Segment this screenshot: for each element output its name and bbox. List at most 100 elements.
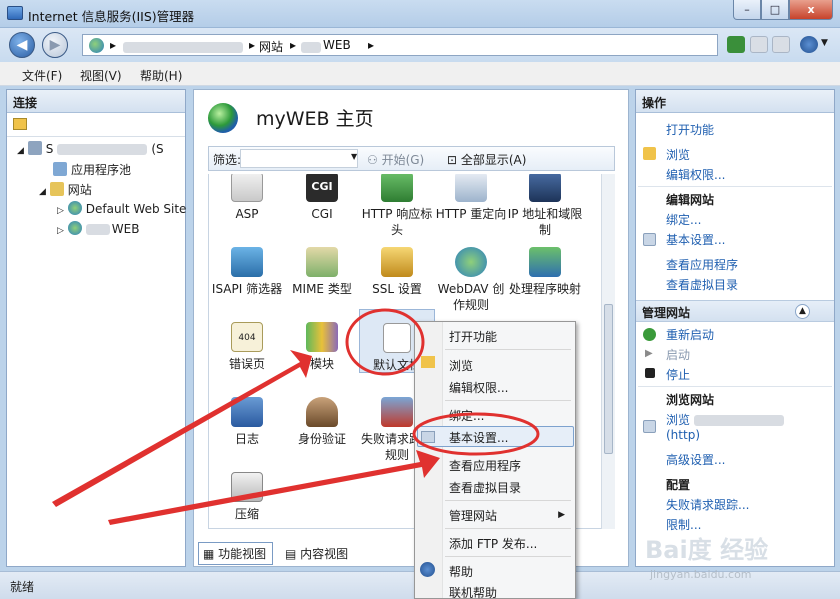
tree-default-web-site[interactable]: ▷ Default Web Site (57, 201, 186, 216)
site-name-redacted (301, 40, 321, 54)
scrollbar-thumb[interactable] (604, 304, 613, 454)
collapse-up-icon[interactable]: ▲ (795, 304, 810, 319)
auth-icon (306, 397, 338, 427)
view-tabs: ▦ 功能视图 ▤ 内容视图 (198, 542, 358, 565)
feature-cgi[interactable]: CGI CGI (284, 174, 360, 222)
feature-compression[interactable]: 压缩 (209, 472, 285, 522)
tree-myweb[interactable]: ▷ WEB (57, 221, 139, 236)
ctx-online-help[interactable]: 联机帮助 (449, 584, 497, 599)
breadcrumb-sites[interactable]: 网站 (259, 38, 283, 55)
ctx-browse[interactable]: 浏览 (449, 357, 473, 374)
close-button[interactable]: x (789, 0, 833, 20)
tab-content-view[interactable]: ▤ 内容视图 (281, 543, 354, 564)
feature-asp[interactable]: ASP (209, 174, 285, 222)
action-advanced-settings[interactable]: 高级设置... (666, 451, 725, 468)
stop-icon (645, 368, 655, 378)
browse-site-icon (643, 420, 656, 433)
status-text: 就绪 (10, 580, 35, 594)
error-page-icon: 404 (231, 322, 263, 352)
ctx-bindings[interactable]: 绑定... (449, 407, 484, 424)
title-bar: Internet 信息服务(IIS)管理器 – □ x (0, 0, 840, 28)
feature-ssl-settings[interactable]: SSL 设置 (359, 247, 435, 297)
new-connection-icon[interactable] (13, 118, 27, 130)
server-name-redacted (123, 40, 243, 54)
ctx-basic-settings[interactable]: 基本设置... (449, 429, 508, 446)
action-start[interactable]: 启动 (666, 346, 690, 363)
stop-icon[interactable] (750, 36, 768, 53)
breadcrumb-separator: ▸ (368, 38, 375, 52)
action-view-applications[interactable]: 查看应用程序 (666, 256, 738, 273)
menu-view[interactable]: 视图(V) (80, 67, 122, 84)
divider (638, 186, 832, 187)
connections-header: 连接 (7, 90, 185, 113)
forward-button[interactable]: ▶ (42, 32, 68, 58)
action-bindings[interactable]: 绑定... (666, 211, 701, 228)
menu-file[interactable]: 文件(F) (22, 67, 62, 84)
action-browse-http[interactable]: (http) (666, 428, 700, 442)
action-restart[interactable]: 重新启动 (666, 326, 714, 343)
address-bar[interactable]: ▸ ▸ 网站 ▸ WEB ▸ (82, 34, 718, 56)
lock-icon (381, 247, 413, 277)
start-filter-button[interactable]: ⚇ 开始(G) (367, 151, 424, 168)
ctx-edit-permissions[interactable]: 编辑权限... (449, 379, 508, 396)
action-view-virtual-dirs[interactable]: 查看虚拟目录 (666, 276, 738, 293)
navigation-bar: ◀ ▶ ▸ ▸ 网站 ▸ WEB ▸ ▼ (0, 28, 840, 62)
start-icon: ▶ (645, 348, 653, 359)
asp-icon (231, 174, 263, 202)
back-button[interactable]: ◀ (9, 32, 35, 58)
tree-app-pools[interactable]: 应用程序池 (53, 161, 131, 178)
feature-mime-types[interactable]: MIME 类型 (284, 247, 360, 297)
show-all-button[interactable]: ⊡ 全部显示(A) (447, 151, 526, 168)
site-globe-icon (67, 201, 82, 215)
ctx-add-ftp[interactable]: 添加 FTP 发布... (449, 535, 537, 552)
feature-isapi-filters[interactable]: ISAPI 筛选器 (209, 247, 285, 297)
action-browse[interactable]: 浏览 (666, 146, 690, 163)
feature-handler-mappings[interactable]: 处理程序映射 (507, 247, 583, 297)
ctx-view-virtual-dirs[interactable]: 查看虚拟目录 (449, 479, 521, 496)
feature-scrollbar[interactable] (601, 174, 615, 529)
filter-input[interactable] (240, 149, 358, 168)
help-dropdown-icon[interactable]: ▼ (821, 38, 828, 48)
refresh-icon[interactable] (727, 36, 745, 53)
mime-icon (306, 247, 338, 277)
minimize-button[interactable]: – (733, 0, 761, 20)
help-icon[interactable] (800, 36, 818, 53)
ctx-help[interactable]: 帮助 (449, 563, 473, 580)
ctx-manage-site[interactable]: 管理网站 (449, 507, 497, 524)
log-icon (231, 397, 263, 427)
filter-dropdown-icon[interactable]: ▼ (351, 152, 357, 161)
default-doc-icon (383, 323, 411, 353)
restart-icon (643, 328, 656, 341)
show-all-icon: ⊡ (447, 153, 461, 167)
action-browse-url[interactable]: 浏览 (666, 411, 784, 428)
action-edit-permissions[interactable]: 编辑权限... (666, 166, 725, 183)
modules-icon (306, 322, 338, 352)
feature-logging[interactable]: 日志 (209, 397, 285, 447)
iis-app-icon (7, 6, 23, 20)
feature-modules[interactable]: 模块 (284, 322, 360, 372)
watermark-logo: Bai度 经验 (645, 536, 769, 564)
feature-authentication[interactable]: 身份验证 (284, 397, 360, 447)
feature-ip-domain-restrictions[interactable]: IP 地址和域限制 (507, 174, 583, 238)
maximize-button[interactable]: □ (761, 0, 789, 20)
menu-help[interactable]: 帮助(H) (140, 67, 182, 84)
tab-features-view[interactable]: ▦ 功能视图 (198, 542, 274, 565)
basic-settings-icon (643, 233, 656, 246)
ctx-view-applications[interactable]: 查看应用程序 (449, 457, 521, 474)
tree-server[interactable]: ◢ S (S (17, 141, 164, 156)
webdav-icon (455, 247, 487, 277)
action-stop[interactable]: 停止 (666, 366, 690, 383)
watermark-url: jingyan.baidu.com (650, 568, 752, 581)
breadcrumb-site[interactable]: WEB (323, 38, 351, 52)
feature-webdav[interactable]: WebDAV 创作规则 (433, 247, 509, 313)
server-icon (27, 141, 42, 155)
action-open-feature[interactable]: 打开功能 (666, 121, 714, 138)
feature-http-redirect[interactable]: HTTP 重定向 (433, 174, 509, 222)
home-icon[interactable] (772, 36, 790, 53)
action-failed-tracing[interactable]: 失败请求跟踪... (666, 496, 749, 513)
tree-sites[interactable]: ◢ 网站 (39, 181, 92, 198)
ctx-open-feature[interactable]: 打开功能 (449, 328, 497, 345)
action-basic-settings[interactable]: 基本设置... (666, 231, 725, 248)
feature-http-response-headers[interactable]: HTTP 响应标头 (359, 174, 435, 238)
feature-error-pages[interactable]: 404 错误页 (209, 322, 285, 372)
